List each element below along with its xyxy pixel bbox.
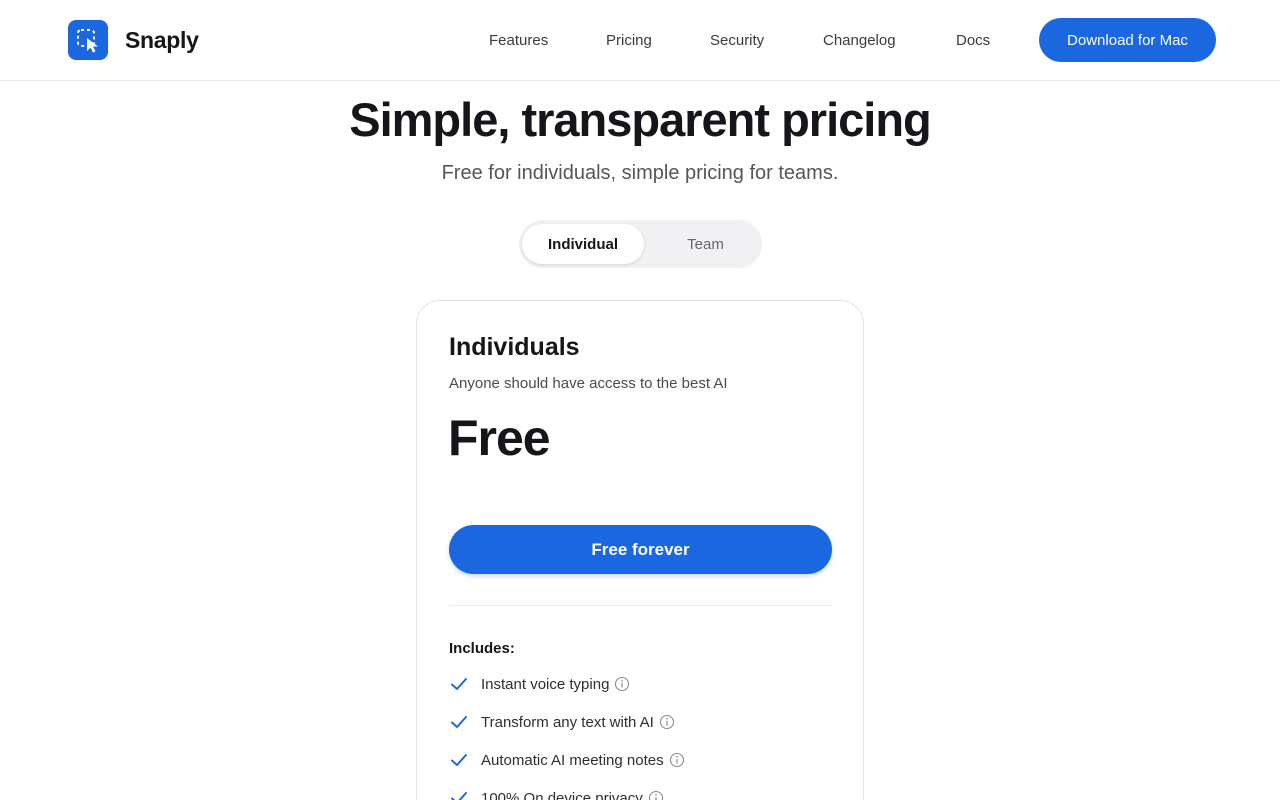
nav-link-security[interactable]: Security [710, 32, 764, 49]
download-for-mac-button[interactable]: Download for Mac [1039, 18, 1216, 62]
info-icon[interactable] [659, 714, 675, 730]
info-icon[interactable] [614, 676, 630, 692]
nav-link-features[interactable]: Features [489, 32, 548, 49]
logo-cursor-selection-icon[interactable] [68, 20, 108, 60]
feature-item: 100% On device privacy [449, 787, 664, 800]
page-subtitle: Free for individuals, simple pricing for… [441, 162, 839, 184]
plan-toggle: Individual Team [519, 220, 762, 268]
info-icon[interactable] [648, 790, 664, 800]
feature-label: Transform any text with AI [481, 713, 654, 731]
feature-label: 100% On device privacy [481, 789, 643, 800]
toggle-option-individual[interactable]: Individual [522, 224, 644, 264]
feature-item: Automatic AI meeting notes [449, 749, 685, 771]
free-forever-button[interactable]: Free forever [449, 525, 832, 574]
check-icon [451, 716, 467, 728]
plan-description: Anyone should have access to the best AI [449, 375, 728, 392]
includes-label: Includes: [449, 640, 515, 657]
feature-label: Automatic AI meeting notes [481, 751, 664, 769]
check-icon [451, 792, 467, 800]
pricing-card-individuals: Individuals Anyone should have access to… [416, 300, 864, 800]
page-title: Simple, transparent pricing [349, 93, 932, 146]
divider [449, 605, 832, 606]
nav-link-changelog[interactable]: Changelog [823, 32, 896, 49]
feature-label: Instant voice typing [481, 675, 610, 693]
plan-price: Free [448, 410, 551, 466]
info-icon[interactable] [669, 752, 685, 768]
check-icon [451, 678, 467, 690]
check-icon [451, 754, 467, 766]
brand-name[interactable]: Snaply [125, 27, 199, 54]
nav-link-docs[interactable]: Docs [956, 32, 990, 49]
feature-item: Transform any text with AI [449, 711, 675, 733]
site-header: Snaply Features Pricing Security Changel… [0, 0, 1280, 81]
nav-link-pricing[interactable]: Pricing [606, 32, 652, 49]
toggle-option-team[interactable]: Team [649, 224, 762, 264]
feature-item: Instant voice typing [449, 673, 630, 695]
plan-name: Individuals [449, 333, 580, 361]
